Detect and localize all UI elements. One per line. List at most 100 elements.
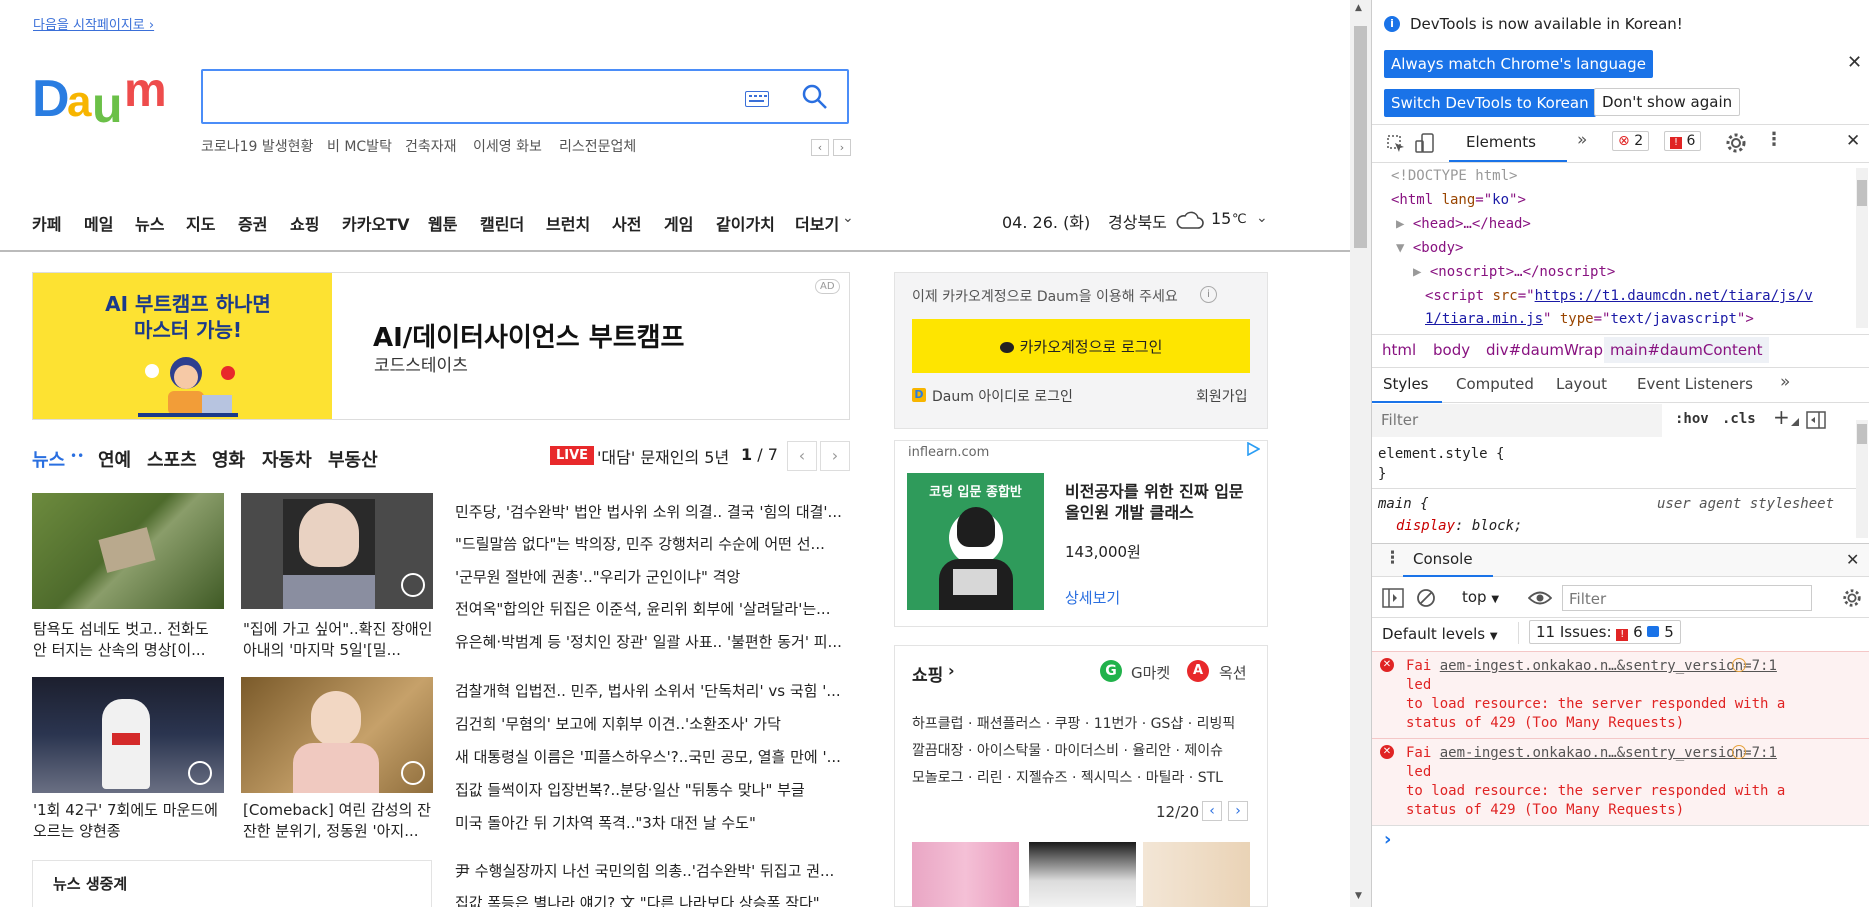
console-error-row[interactable]: ✕ Fai aem-ingest.onkakao.n…&sentry_versi… bbox=[1372, 738, 1869, 825]
headline[interactable]: 새 대통령실 이름은 '피플스하우스'?..국민 공모, 열흘 만에 '... bbox=[455, 746, 850, 767]
scroll-down-icon[interactable]: ▼ bbox=[1355, 891, 1362, 901]
news-thumbnail[interactable] bbox=[241, 677, 433, 793]
warning-count-badge[interactable]: ! 6 bbox=[1664, 131, 1702, 151]
dom-head-node[interactable]: ▶ <head>…</head> bbox=[1396, 216, 1531, 232]
region-text[interactable]: 경상북도 bbox=[1108, 209, 1167, 233]
trend-prev-button[interactable]: ‹ bbox=[811, 139, 829, 156]
news-prev-button[interactable]: ‹ bbox=[787, 441, 817, 471]
news-caption[interactable]: [Comeback] 여린 감성의 잔잔한 분위기, 정동원 '아지... bbox=[243, 800, 435, 842]
trending-keyword[interactable]: 비 MC발탁 bbox=[327, 136, 392, 156]
close-banner-icon[interactable]: ✕ bbox=[1847, 52, 1862, 73]
issue-warning-icon[interactable] bbox=[1732, 745, 1746, 759]
element-style-rule[interactable]: element.style { bbox=[1378, 446, 1504, 462]
error-source-link[interactable]: aem-ingest.onkakao.n…&sentry_version=7:1 bbox=[1440, 745, 1777, 761]
new-style-rule-icon[interactable]: + bbox=[1773, 405, 1790, 429]
switch-korean-button[interactable]: Switch DevTools to Korean bbox=[1384, 89, 1596, 117]
toggle-sidebar-icon[interactable] bbox=[1806, 411, 1826, 429]
breadcrumb-item[interactable]: html bbox=[1382, 341, 1416, 359]
main-rule-selector[interactable]: main { bbox=[1378, 496, 1429, 512]
gnb-item-game[interactable]: 게임 bbox=[664, 211, 693, 235]
console-error-row[interactable]: ✕ Fai aem-ingest.onkakao.n…&sentry_versi… bbox=[1372, 651, 1869, 738]
headline[interactable]: "드릴말씀 없다"는 박의장, 민주 강행처리 수순에 어떤 선... bbox=[455, 533, 850, 554]
headline[interactable]: 미국 돌아간 뒤 기차역 폭격.."3차 대전 날 수도" bbox=[455, 812, 850, 833]
drawer-menu-icon[interactable]: ⋮ bbox=[1384, 548, 1401, 568]
gnb-item-dictionary[interactable]: 사전 bbox=[612, 211, 641, 235]
gnb-item-kakaotv[interactable]: 카카오TV bbox=[342, 211, 409, 235]
tab-computed[interactable]: Computed bbox=[1456, 375, 1534, 393]
log-levels-select[interactable]: Default levels ▼ bbox=[1382, 625, 1498, 643]
tab-event-listeners[interactable]: Event Listeners bbox=[1637, 375, 1753, 393]
dom-script-node[interactable]: <script src="https://t1.daumcdn.net/tiar… bbox=[1425, 288, 1813, 304]
ad-image[interactable]: AI 부트캠프 하나면 마스터 가능! bbox=[33, 273, 332, 419]
tab-realestate[interactable]: 부동산 bbox=[328, 446, 378, 472]
gnb-item-calendar[interactable]: 캘린더 bbox=[480, 211, 524, 235]
dom-body-node[interactable]: ▼ <body> bbox=[1396, 240, 1463, 256]
dom-html-node[interactable]: <html lang="ko"> bbox=[1391, 192, 1526, 208]
tab-console[interactable]: Console bbox=[1403, 543, 1493, 577]
context-select[interactable]: top ▼ bbox=[1462, 588, 1499, 606]
display-declaration[interactable]: display: block; bbox=[1396, 518, 1522, 534]
gnb-item-map[interactable]: 지도 bbox=[186, 211, 215, 235]
play-icon[interactable] bbox=[401, 761, 425, 785]
adchoices-icon[interactable] bbox=[1246, 442, 1260, 456]
dom-doctype[interactable]: <!DOCTYPE html> bbox=[1391, 168, 1517, 184]
trending-keyword[interactable]: 이세영 화보 bbox=[473, 136, 542, 156]
news-caption[interactable]: 탐욕도 섬네도 벗고.. 전화도 안 터지는 산속의 명상[이... bbox=[33, 619, 225, 661]
breadcrumb-item-selected[interactable]: main#daumContent bbox=[1604, 337, 1769, 363]
ad2-more-link[interactable]: 상세보기 bbox=[1065, 587, 1120, 608]
tab-sports[interactable]: 스포츠 bbox=[147, 446, 197, 472]
play-icon[interactable] bbox=[401, 573, 425, 597]
headline[interactable]: 민주당, '검수완박' 법안 법사위 소위 의결.. 결국 '힘의 대결'... bbox=[455, 501, 850, 522]
headline[interactable]: 검찰개혁 입법전.. 민주, 법사위 소위서 '단독처리' vs 국힘 '... bbox=[455, 680, 850, 701]
tab-news[interactable]: 뉴스 bbox=[32, 446, 65, 472]
styles-scrollbar-thumb[interactable] bbox=[1857, 424, 1867, 444]
hov-toggle[interactable]: :hov bbox=[1675, 411, 1709, 427]
play-icon[interactable] bbox=[188, 761, 212, 785]
ad2-image[interactable]: 코딩 입문 종합반 bbox=[907, 473, 1044, 610]
headline[interactable]: 尹 수행실장까지 나선 국민의힘 의총..'검수완박' 뒤집고 권... bbox=[455, 860, 850, 881]
issue-warning-icon[interactable] bbox=[1732, 658, 1746, 672]
console-settings-gear-icon[interactable] bbox=[1842, 588, 1862, 608]
auction-icon[interactable]: A bbox=[1187, 660, 1209, 682]
news-thumbnail[interactable] bbox=[241, 493, 433, 609]
shopping-thumbnail[interactable] bbox=[912, 842, 1019, 907]
search-icon[interactable] bbox=[802, 84, 828, 110]
headline[interactable]: '군무원 절반에 권총'.."우리가 군인이냐" 격앙 bbox=[455, 566, 850, 587]
shopping-thumbnail[interactable] bbox=[1143, 842, 1250, 907]
gnb-item-cafe[interactable]: 카페 bbox=[32, 211, 61, 235]
gnb-item-shopping[interactable]: 쇼핑 bbox=[290, 211, 319, 235]
breadcrumb-item[interactable]: div#daumWrap bbox=[1486, 341, 1603, 359]
daum-logo[interactable]: D a u m bbox=[32, 64, 180, 128]
gnb-item-more[interactable]: 더보기 bbox=[795, 211, 839, 235]
chevron-down-icon[interactable]: ⌄ bbox=[842, 210, 854, 226]
tab-car[interactable]: 자동차 bbox=[262, 446, 312, 472]
sidebar-toggle-icon[interactable] bbox=[1382, 588, 1404, 608]
gmarket-link[interactable]: G마켓 bbox=[1131, 662, 1170, 683]
tab-elements[interactable]: Elements bbox=[1449, 124, 1567, 162]
gnb-item-mail[interactable]: 메일 bbox=[84, 211, 113, 235]
tab-movie[interactable]: 영화 bbox=[212, 446, 245, 472]
tab-entertainment[interactable]: 연예 bbox=[98, 446, 131, 472]
tab-styles[interactable]: Styles bbox=[1372, 367, 1442, 403]
kebab-menu-icon[interactable]: ⋮ bbox=[1765, 129, 1783, 150]
more-style-tabs-icon[interactable]: » bbox=[1780, 372, 1790, 392]
news-live-label[interactable]: 뉴스 생중계 bbox=[53, 873, 127, 894]
ad-title[interactable]: AI/데이터사이언스 부트캠프 bbox=[373, 317, 684, 354]
headline[interactable]: 집값 들썩이자 입장번복?..분당·일산 "뒤통수 맞나" 부글 bbox=[455, 779, 850, 800]
console-filter-input[interactable]: Filter bbox=[1562, 585, 1812, 611]
headline[interactable]: 집값 폭등은 별나라 얘기? 文 "다른 나라보다 상승폭 작다" bbox=[455, 892, 850, 907]
headline[interactable]: 김건희 '무혐의' 보고에 지휘부 이견..'소환조사' 가닥 bbox=[455, 713, 850, 734]
live-title[interactable]: '대담' 문재인의 5년 bbox=[597, 444, 729, 468]
error-source-link[interactable]: aem-ingest.onkakao.n…&sentry_version=7:1 bbox=[1440, 658, 1777, 674]
kakao-login-button[interactable]: 카카오계정으로 로그인 bbox=[912, 319, 1250, 373]
shopping-thumbnail[interactable] bbox=[1029, 842, 1136, 907]
dom-scrollbar-thumb[interactable] bbox=[1857, 180, 1867, 206]
more-tabs-icon[interactable]: » bbox=[1577, 130, 1587, 150]
set-start-page-link[interactable]: 다음을 시작페이지로 › bbox=[33, 14, 154, 33]
keyboard-icon[interactable] bbox=[745, 91, 769, 107]
clear-console-icon[interactable] bbox=[1416, 588, 1436, 608]
dom-noscript-node[interactable]: ▶ <noscript>…</noscript> bbox=[1413, 264, 1615, 280]
auction-link[interactable]: 옥션 bbox=[1219, 662, 1247, 683]
headline[interactable]: 전여옥"합의안 뒤집은 이준석, 윤리위 회부에 '살려달라'는... bbox=[455, 598, 850, 619]
script-src-link-cont[interactable]: 1/tiara.min.js bbox=[1425, 311, 1543, 327]
